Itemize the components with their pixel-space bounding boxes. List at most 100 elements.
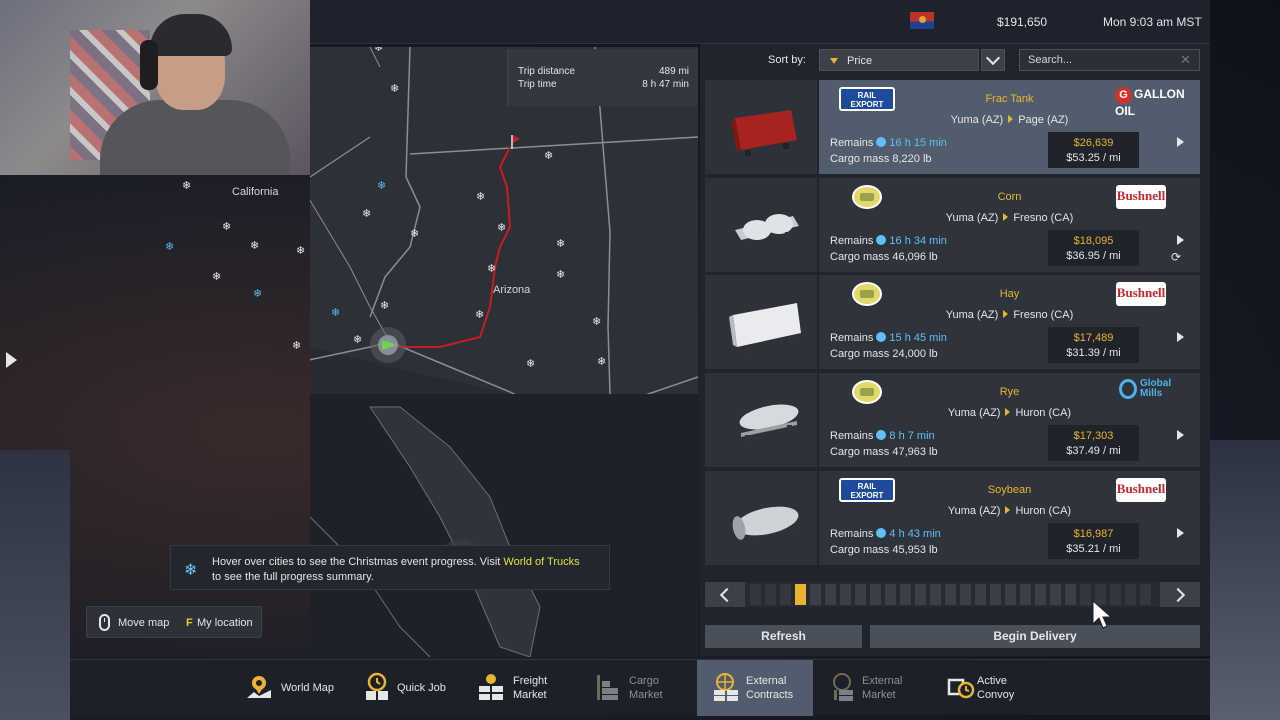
refresh-button[interactable]: Refresh [705, 625, 862, 648]
job-row[interactable]: Hay Bushnell Yuma (AZ) Fresno (CA) Remain… [705, 275, 1200, 369]
search-input[interactable] [1019, 49, 1200, 71]
city-snowflake-icon[interactable]: ❄ [362, 209, 371, 220]
bushnell-logo: Bushnell [1116, 478, 1166, 502]
city-snowflake-icon[interactable]: ❄ [544, 151, 553, 162]
side-expand-arrow-icon[interactable] [6, 352, 17, 368]
pager-page-segment[interactable] [855, 584, 866, 605]
pager-page-segment[interactable] [885, 584, 896, 605]
city-snowflake-icon[interactable]: ❄ [292, 341, 301, 352]
tab-freight-market[interactable]: Freight Market [462, 660, 574, 716]
tab-quick-job[interactable]: Quick Job [348, 660, 458, 716]
city-snowflake-icon[interactable]: ❄ [377, 181, 386, 192]
world-of-trucks-link[interactable]: World of Trucks [503, 556, 579, 568]
tab-label-line2: Market [513, 689, 547, 701]
pager-page-segment[interactable] [1065, 584, 1076, 605]
pager-page-segment[interactable] [915, 584, 926, 605]
trip-distance-value: 489 mi [658, 66, 689, 77]
city-snowflake-icon[interactable]: ❄ [212, 272, 221, 283]
pager-next-button[interactable] [1160, 582, 1200, 607]
select-job-arrow-icon[interactable] [1177, 137, 1184, 147]
pager-page-segment[interactable] [975, 584, 986, 605]
job-row[interactable]: Corn Bushnell Yuma (AZ) Fresno (CA) Remai… [705, 178, 1200, 272]
pager-page-segment[interactable] [840, 584, 851, 605]
pager-prev-button[interactable] [705, 582, 745, 607]
city-snowflake-icon[interactable]: ❄ [390, 84, 399, 95]
map-label-california-visible: California [232, 186, 279, 198]
pager-page-segment[interactable] [900, 584, 911, 605]
select-job-arrow-icon[interactable] [1177, 235, 1184, 245]
city-snowflake-icon[interactable]: ❄ [526, 359, 535, 370]
city-snowflake-icon[interactable]: ❄ [222, 222, 231, 233]
chevron-down-icon [985, 50, 1001, 66]
city-snowflake-icon[interactable]: ❄ [374, 47, 383, 54]
pager-page-segment[interactable] [1035, 584, 1046, 605]
clock-icon [876, 430, 887, 440]
price-box: $17,303 $37.49 / mi [1048, 425, 1139, 461]
begin-delivery-button[interactable]: Begin Delivery [870, 625, 1200, 648]
tab-world-map[interactable]: World Map [230, 660, 345, 716]
pager-page-segment[interactable] [1125, 584, 1136, 605]
christmas-event-hint: ❄ Hover over cities to see the Christmas… [170, 545, 610, 590]
route-from: Yuma (AZ) [945, 309, 999, 321]
tab-label: Quick Job [397, 682, 446, 694]
job-row[interactable]: Rye Global Mills Yuma (AZ) Huron (CA) Rema… [705, 373, 1200, 467]
city-snowflake-icon[interactable]: ❄ [497, 223, 506, 234]
city-snowflake-icon[interactable]: ❄ [556, 270, 565, 281]
pager-page-segment[interactable] [960, 584, 971, 605]
clear-search-icon[interactable]: ✕ [1180, 52, 1191, 68]
pager-page-segment[interactable] [1005, 584, 1016, 605]
city-snowflake-icon[interactable]: ❄ [476, 192, 485, 203]
pager-page-segment[interactable] [990, 584, 1001, 605]
city-snowflake-icon[interactable]: ❄ [353, 335, 362, 346]
job-route: Yuma (AZ) Page (AZ) [819, 114, 1200, 126]
tab-external-contracts[interactable]: External Contracts [697, 660, 813, 716]
city-snowflake-icon[interactable]: ❄ [475, 310, 484, 321]
my-location-key: F [186, 617, 193, 629]
city-snowflake-icon[interactable]: ❄ [182, 181, 191, 192]
city-snowflake-icon[interactable]: ❄ [592, 317, 601, 328]
clock-icon [876, 528, 887, 538]
job-row[interactable]: RAIL EXPORT Soybean Bushnell Yuma (AZ) Hu… [705, 471, 1200, 565]
hint-line-1: Hover over cities to see the Christmas e… [212, 556, 580, 568]
city-snowflake-icon[interactable]: ❄ [296, 246, 305, 257]
mouse-icon [99, 614, 110, 631]
remains-time: Remains 8 h 7 min [830, 430, 935, 442]
select-job-arrow-icon[interactable] [1177, 430, 1184, 440]
job-row[interactable]: RAIL EXPORT Frac Tank G GALLON OIL Yuma (… [705, 80, 1200, 174]
mass-label: Cargo mass [830, 348, 890, 360]
tab-active-convoy[interactable]: Active Convoy [932, 660, 1044, 716]
city-snowflake-icon[interactable]: ❄ [487, 264, 496, 275]
city-snowflake-icon[interactable]: ❄ [250, 241, 259, 252]
city-snowflake-icon[interactable]: ❄ [253, 289, 262, 300]
pager-page-segment[interactable] [1050, 584, 1061, 605]
pager-page-segment[interactable] [825, 584, 836, 605]
city-snowflake-icon[interactable]: ❄ [410, 229, 419, 240]
sort-select[interactable]: Price [819, 49, 979, 71]
cargo-mass: Cargo mass 46,096 lb [830, 251, 938, 263]
pager-page-segment[interactable] [810, 584, 821, 605]
city-snowflake-icon[interactable]: ❄ [380, 301, 389, 312]
pager-page-segment[interactable] [750, 584, 761, 605]
pager-page-segment[interactable] [945, 584, 956, 605]
pager-page-segment[interactable] [795, 584, 806, 605]
freight-market-icon [479, 674, 503, 700]
select-job-arrow-icon[interactable] [1177, 332, 1184, 342]
job-pager [705, 582, 1200, 607]
pager-page-segment[interactable] [1020, 584, 1031, 605]
mass-label: Cargo mass [830, 446, 890, 458]
pager-page-segment[interactable] [870, 584, 881, 605]
route-to: Page (AZ) [1018, 114, 1069, 126]
sort-dropdown-button[interactable] [981, 49, 1005, 71]
city-snowflake-icon[interactable]: ❄ [165, 242, 174, 253]
pager-page-segment[interactable] [930, 584, 941, 605]
pager-page-segment[interactable] [1080, 584, 1091, 605]
select-job-arrow-icon[interactable] [1177, 528, 1184, 538]
price-per-mile: $53.25 / mi [1066, 152, 1121, 164]
city-snowflake-icon[interactable]: ❄ [331, 308, 340, 319]
pager-page-segment[interactable] [765, 584, 776, 605]
my-location-button[interactable]: My location [197, 617, 253, 629]
city-snowflake-icon[interactable]: ❄ [556, 239, 565, 250]
pager-page-segment[interactable] [1140, 584, 1151, 605]
city-snowflake-icon[interactable]: ❄ [597, 357, 606, 368]
pager-page-segment[interactable] [780, 584, 791, 605]
